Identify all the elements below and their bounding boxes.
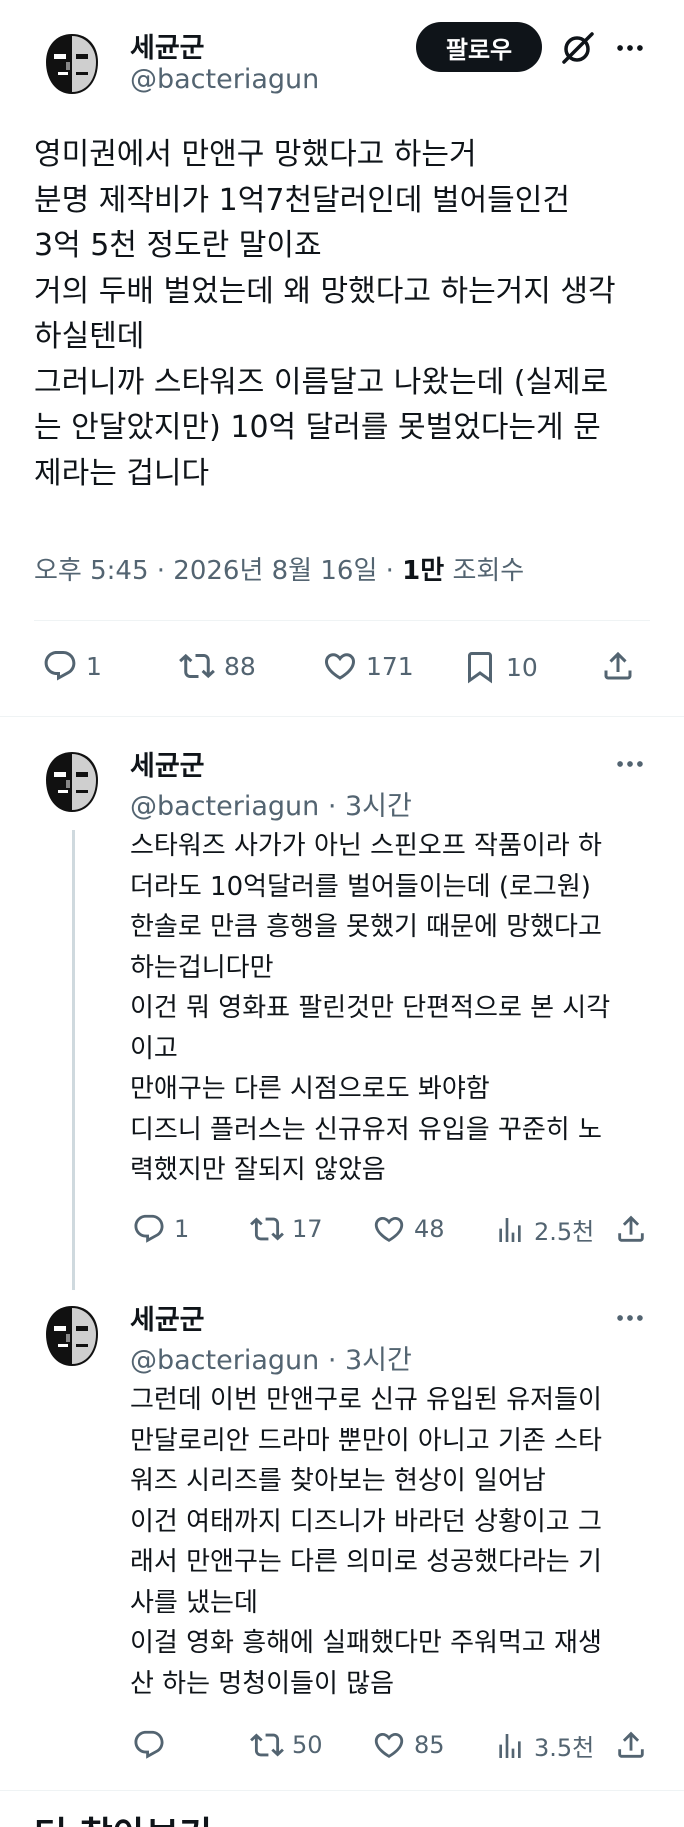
follow-button[interactable]: 팔로우 [416,22,542,72]
author-handle[interactable]: @bacteriagun · 3시간 [130,784,412,823]
repost-icon [250,1728,284,1762]
like-button[interactable]: 48 [372,1212,445,1246]
reply-count: 1 [86,651,102,681]
bookmark-count: 10 [506,652,538,682]
repost-count: 50 [292,1731,323,1759]
section-title: 더 찾아보기 [34,1806,212,1827]
more-icon[interactable] [612,746,648,782]
views-icon [494,1213,526,1247]
repost-button[interactable]: 50 [250,1728,323,1762]
reply-icon [132,1728,166,1762]
like-count: 85 [414,1731,445,1759]
repost-count: 88 [224,651,256,681]
reply-icon [132,1212,166,1246]
views-button[interactable]: 2.5천 [494,1212,594,1247]
like-button[interactable]: 171 [322,648,414,684]
more-icon[interactable] [612,1300,648,1336]
share-button[interactable] [614,1728,648,1762]
views-button[interactable]: 3.5천 [494,1728,594,1763]
author-name[interactable]: 세균군 [130,26,205,65]
repost-icon [250,1212,284,1246]
share-button[interactable] [600,648,636,684]
views-count: 1만 [402,556,445,586]
like-count: 171 [366,651,414,681]
repost-count: 17 [292,1215,323,1243]
author-name[interactable]: 세균군 [130,1298,205,1337]
timestamp[interactable]: 오후 5:45 · 2026년 8월 16일 · [34,556,402,586]
views-icon [494,1729,526,1763]
divider [0,716,684,717]
thread-line [72,830,75,1290]
like-icon [372,1212,406,1246]
post-text: 영미권에서 만앤구 망했다고 하는거 분명 제작비가 1억7천달러인데 벌어들인… [34,137,616,491]
views-label: 조회수 [444,556,525,586]
reply-text: 스타워즈 사가가 아닌 스핀오프 작품이라 하 더라도 10억달러를 벌어들이는… [130,831,611,1185]
post-meta: 오후 5:45 · 2026년 8월 16일 · 1만 조회수 [34,550,524,587]
share-icon [614,1728,648,1762]
grok-icon[interactable] [558,28,598,68]
reply-button[interactable]: 1 [42,648,102,684]
divider [0,1790,684,1791]
avatar-icon[interactable] [36,746,108,818]
reply-icon [42,648,78,684]
share-icon [600,648,636,684]
divider [34,620,650,621]
like-icon [372,1728,406,1762]
author-handle[interactable]: @bacteriagun · 3시간 [130,1338,412,1377]
bookmark-icon [462,648,498,686]
reply-button[interactable] [132,1728,174,1762]
more-icon[interactable] [612,30,648,66]
reply-button[interactable]: 1 [132,1212,189,1246]
views-count: 2.5천 [534,1218,595,1246]
like-count: 48 [414,1215,445,1243]
like-icon [322,648,358,684]
bookmark-button[interactable]: 10 [462,648,538,686]
author-handle[interactable]: @bacteriagun [130,64,319,95]
views-count: 3.5천 [534,1734,595,1762]
repost-icon [178,648,216,684]
share-button[interactable] [614,1212,648,1246]
reply-count: 1 [174,1215,190,1243]
share-icon [614,1212,648,1246]
avatar-icon[interactable] [36,28,108,100]
repost-button[interactable]: 17 [250,1212,323,1246]
repost-button[interactable]: 88 [178,648,256,684]
avatar-icon[interactable] [36,1300,108,1372]
like-button[interactable]: 85 [372,1728,445,1762]
author-name[interactable]: 세균군 [130,744,205,783]
reply-text: 그런데 이번 만앤구로 신규 유입된 유저들이 만달로리안 드라마 뿐만이 아니… [130,1385,602,1699]
